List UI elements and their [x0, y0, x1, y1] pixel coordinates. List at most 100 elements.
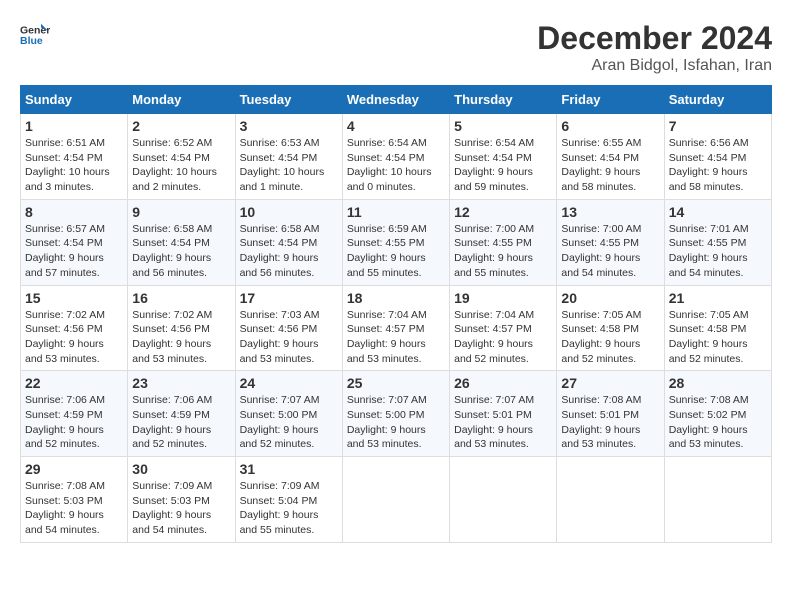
calendar-cell [450, 457, 557, 543]
calendar-cell [557, 457, 664, 543]
day-info: Sunrise: 7:04 AMSunset: 4:57 PMDaylight:… [347, 308, 445, 367]
day-info: Sunrise: 7:08 AMSunset: 5:01 PMDaylight:… [561, 393, 659, 452]
calendar-cell: 27 Sunrise: 7:08 AMSunset: 5:01 PMDayligh… [557, 371, 664, 457]
day-number: 24 [240, 375, 338, 391]
logo-icon: General Blue [20, 20, 50, 50]
col-wednesday: Wednesday [342, 86, 449, 114]
calendar-cell: 10 Sunrise: 6:58 AMSunset: 4:54 PMDayligh… [235, 199, 342, 285]
day-number: 15 [25, 290, 123, 306]
calendar-cell: 20 Sunrise: 7:05 AMSunset: 4:58 PMDayligh… [557, 285, 664, 371]
calendar-cell: 1Sunrise: 6:51 AMSunset: 4:54 PMDaylight… [21, 114, 128, 200]
page-header: General Blue December 2024 Aran Bidgol, … [20, 20, 772, 75]
day-number: 10 [240, 204, 338, 220]
calendar-cell: 31 Sunrise: 7:09 AMSunset: 5:04 PMDayligh… [235, 457, 342, 543]
calendar-cell: 17Sunrise: 7:03 AMSunset: 4:56 PMDayligh… [235, 285, 342, 371]
calendar-cell: 25 Sunrise: 7:07 AMSunset: 5:00 PMDayligh… [342, 371, 449, 457]
svg-text:Blue: Blue [20, 35, 43, 47]
day-number: 14 [669, 204, 767, 220]
calendar-cell: 18 Sunrise: 7:04 AMSunset: 4:57 PMDayligh… [342, 285, 449, 371]
day-number: 16 [132, 290, 230, 306]
day-info: Sunrise: 7:09 AMSunset: 5:04 PMDaylight:… [240, 479, 338, 538]
day-info: Sunrise: 6:51 AMSunset: 4:54 PMDaylight:… [25, 136, 123, 195]
day-info: Sunrise: 7:05 AMSunset: 4:58 PMDaylight:… [669, 308, 767, 367]
day-number: 18 [347, 290, 445, 306]
day-info: Sunrise: 7:08 AMSunset: 5:03 PMDaylight:… [25, 479, 123, 538]
calendar-row: 29Sunrise: 7:08 AMSunset: 5:03 PMDayligh… [21, 457, 772, 543]
calendar-cell: 12 Sunrise: 7:00 AMSunset: 4:55 PMDayligh… [450, 199, 557, 285]
day-number: 28 [669, 375, 767, 391]
day-info: Sunrise: 6:56 AMSunset: 4:54 PMDaylight:… [669, 136, 767, 195]
day-number: 19 [454, 290, 552, 306]
day-number: 25 [347, 375, 445, 391]
col-saturday: Saturday [664, 86, 771, 114]
day-number: 27 [561, 375, 659, 391]
day-info: Sunrise: 7:00 AMSunset: 4:55 PMDaylight:… [454, 222, 552, 281]
calendar-cell: 16 Sunrise: 7:02 AMSunset: 4:56 PMDayligh… [128, 285, 235, 371]
calendar-cell: 5Sunrise: 6:54 AMSunset: 4:54 PMDaylight… [450, 114, 557, 200]
col-thursday: Thursday [450, 86, 557, 114]
calendar-cell: 28 Sunrise: 7:08 AMSunset: 5:02 PMDayligh… [664, 371, 771, 457]
calendar-cell: 8 Sunrise: 6:57 AMSunset: 4:54 PMDaylight… [21, 199, 128, 285]
day-info: Sunrise: 7:02 AMSunset: 4:56 PMDaylight:… [25, 308, 123, 367]
day-info: Sunrise: 6:53 AMSunset: 4:54 PMDaylight:… [240, 136, 338, 195]
calendar-row: 22 Sunrise: 7:06 AMSunset: 4:59 PMDayligh… [21, 371, 772, 457]
col-tuesday: Tuesday [235, 86, 342, 114]
calendar-cell: 13Sunrise: 7:00 AMSunset: 4:55 PMDayligh… [557, 199, 664, 285]
day-number: 6 [561, 118, 659, 134]
day-info: Sunrise: 7:05 AMSunset: 4:58 PMDaylight:… [561, 308, 659, 367]
col-friday: Friday [557, 86, 664, 114]
day-number: 22 [25, 375, 123, 391]
day-info: Sunrise: 6:58 AMSunset: 4:54 PMDaylight:… [240, 222, 338, 281]
calendar-row: 1Sunrise: 6:51 AMSunset: 4:54 PMDaylight… [21, 114, 772, 200]
day-number: 12 [454, 204, 552, 220]
day-number: 26 [454, 375, 552, 391]
calendar-cell: 9 Sunrise: 6:58 AMSunset: 4:54 PMDaylight… [128, 199, 235, 285]
calendar-cell [664, 457, 771, 543]
day-info: Sunrise: 7:07 AMSunset: 5:00 PMDaylight:… [347, 393, 445, 452]
calendar-table: Sunday Monday Tuesday Wednesday Thursday… [20, 85, 772, 543]
calendar-cell: 21 Sunrise: 7:05 AMSunset: 4:58 PMDayligh… [664, 285, 771, 371]
day-info: Sunrise: 7:02 AMSunset: 4:56 PMDaylight:… [132, 308, 230, 367]
day-info: Sunrise: 7:00 AMSunset: 4:55 PMDaylight:… [561, 222, 659, 281]
calendar-cell: 6 Sunrise: 6:55 AMSunset: 4:54 PMDaylight… [557, 114, 664, 200]
calendar-cell: 29Sunrise: 7:08 AMSunset: 5:03 PMDayligh… [21, 457, 128, 543]
day-info: Sunrise: 7:06 AMSunset: 4:59 PMDaylight:… [132, 393, 230, 452]
calendar-cell: 26 Sunrise: 7:07 AMSunset: 5:01 PMDayligh… [450, 371, 557, 457]
day-number: 8 [25, 204, 123, 220]
day-info: Sunrise: 6:59 AMSunset: 4:55 PMDaylight:… [347, 222, 445, 281]
day-info: Sunrise: 7:07 AMSunset: 5:01 PMDaylight:… [454, 393, 552, 452]
day-info: Sunrise: 6:57 AMSunset: 4:54 PMDaylight:… [25, 222, 123, 281]
day-number: 2 [132, 118, 230, 134]
col-sunday: Sunday [21, 86, 128, 114]
calendar-header-row: Sunday Monday Tuesday Wednesday Thursday… [21, 86, 772, 114]
day-number: 30 [132, 461, 230, 477]
calendar-cell: 3 Sunrise: 6:53 AMSunset: 4:54 PMDaylight… [235, 114, 342, 200]
calendar-cell: 22 Sunrise: 7:06 AMSunset: 4:59 PMDayligh… [21, 371, 128, 457]
main-title: December 2024 [537, 20, 772, 57]
day-number: 11 [347, 204, 445, 220]
title-area: December 2024 Aran Bidgol, Isfahan, Iran [537, 20, 772, 75]
day-number: 7 [669, 118, 767, 134]
day-info: Sunrise: 7:08 AMSunset: 5:02 PMDaylight:… [669, 393, 767, 452]
calendar-cell: 19Sunrise: 7:04 AMSunset: 4:57 PMDayligh… [450, 285, 557, 371]
day-info: Sunrise: 7:06 AMSunset: 4:59 PMDaylight:… [25, 393, 123, 452]
calendar-cell: 7 Sunrise: 6:56 AMSunset: 4:54 PMDaylight… [664, 114, 771, 200]
calendar-row: 15 Sunrise: 7:02 AMSunset: 4:56 PMDayligh… [21, 285, 772, 371]
calendar-cell: 23Sunrise: 7:06 AMSunset: 4:59 PMDayligh… [128, 371, 235, 457]
day-number: 20 [561, 290, 659, 306]
day-number: 31 [240, 461, 338, 477]
calendar-cell: 4Sunrise: 6:54 AMSunset: 4:54 PMDaylight… [342, 114, 449, 200]
day-info: Sunrise: 7:09 AMSunset: 5:03 PMDaylight:… [132, 479, 230, 538]
day-info: Sunrise: 6:55 AMSunset: 4:54 PMDaylight:… [561, 136, 659, 195]
day-number: 3 [240, 118, 338, 134]
day-info: Sunrise: 7:01 AMSunset: 4:55 PMDaylight:… [669, 222, 767, 281]
calendar-body: 1Sunrise: 6:51 AMSunset: 4:54 PMDaylight… [21, 114, 772, 543]
calendar-cell: 24Sunrise: 7:07 AMSunset: 5:00 PMDayligh… [235, 371, 342, 457]
calendar-cell: 2 Sunrise: 6:52 AMSunset: 4:54 PMDaylight… [128, 114, 235, 200]
day-info: Sunrise: 6:52 AMSunset: 4:54 PMDaylight:… [132, 136, 230, 195]
day-number: 21 [669, 290, 767, 306]
calendar-row: 8 Sunrise: 6:57 AMSunset: 4:54 PMDaylight… [21, 199, 772, 285]
day-number: 9 [132, 204, 230, 220]
day-info: Sunrise: 6:58 AMSunset: 4:54 PMDaylight:… [132, 222, 230, 281]
day-number: 4 [347, 118, 445, 134]
